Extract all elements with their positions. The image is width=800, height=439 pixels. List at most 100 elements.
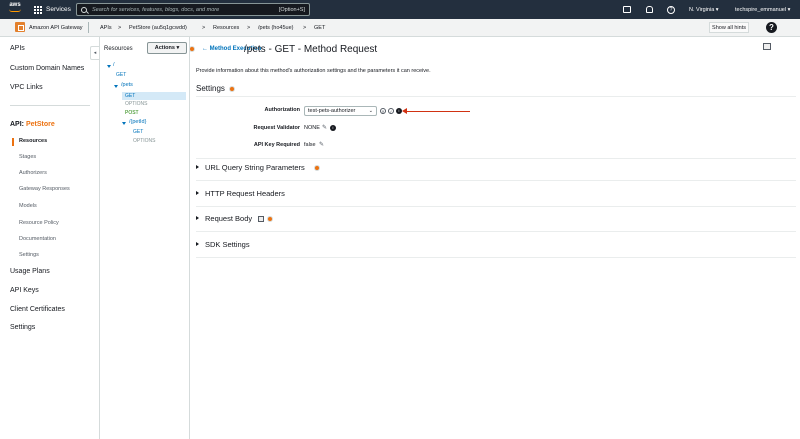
expand-icon[interactable] [122,122,126,125]
tree-method-petid-get[interactable]: GET [133,129,143,135]
sidebar-item-vpc-links[interactable]: VPC Links [10,84,43,91]
sidebar-item-api-settings[interactable]: Settings [19,252,39,258]
sidebar-item-custom-domain-names[interactable]: Custom Domain Names [10,65,84,72]
info-circle-icon[interactable]: i [330,125,336,131]
service-header: Amazon API Gateway APIs > PetStore (au5q… [0,19,800,37]
sidebar-item-gateway-responses[interactable]: Gateway Responses [19,186,70,192]
services-menu[interactable]: Services [34,0,71,19]
info-icon[interactable] [267,216,273,222]
sidebar-item-models[interactable]: Models [19,203,37,209]
chevron-down-icon: ▾ [174,45,180,51]
settings-label: Settings [196,84,225,93]
info-icon[interactable] [229,86,235,92]
tree-resource-petid[interactable]: /{petId} [129,119,146,125]
aws-logo-text: aws [9,2,21,8]
page-description: Provide information about this method's … [196,68,431,74]
grid-icon [34,5,42,14]
pencil-icon[interactable]: ✎ [319,141,324,148]
tree-method-pets-post[interactable]: POST [125,110,139,116]
expand-icon[interactable] [114,85,118,88]
region-selector[interactable]: N. Virginia ▾ [689,0,719,19]
tree-method-petid-options[interactable]: OPTIONS [133,138,156,144]
settings-heading: Settings [196,84,225,93]
breadcrumb-resources[interactable]: Resources [213,25,239,31]
tree-method-root-get[interactable]: GET [116,72,126,78]
book-icon[interactable] [258,216,264,222]
sidebar-divider [10,105,90,106]
section-label: SDK Settings [205,240,250,249]
section-request-body[interactable]: Request Body [196,214,796,226]
divider [196,231,796,232]
api-key-required-label: API Key Required [253,142,300,148]
api-gateway-icon [15,22,25,32]
section-sdk-settings[interactable]: SDK Settings [196,240,796,252]
tree-resource-root[interactable]: / [113,62,115,68]
section-url-query-string-parameters[interactable]: URL Query String Parameters [196,163,796,175]
help-circle-icon[interactable]: ? [766,22,777,33]
resource-tree-panel: Resources Actions ▾ / GET /pets GET OPTI… [100,37,195,439]
pencil-icon[interactable]: ✎ [322,124,327,131]
request-validator-value: NONE [304,125,320,131]
sidebar-item-resource-policy[interactable]: Resource Policy [19,220,59,226]
aws-logo[interactable]: aws [7,2,23,16]
breadcrumb-separator: > [202,25,206,31]
book-icon[interactable] [763,43,771,50]
section-label: Request Body [205,214,253,223]
collapse-sidebar-button[interactable]: ◂ [90,46,100,60]
red-arrow-annotation [402,107,470,115]
tree-method-pets-options[interactable]: OPTIONS [125,101,148,107]
divider [88,22,89,33]
expand-icon[interactable] [107,65,111,68]
section-http-request-headers[interactable]: HTTP Request Headers [196,189,796,201]
authorization-value: test-pets-authorizer [308,108,356,114]
cancel-icon[interactable]: ✕ [380,108,386,114]
api-prefix: API: [10,121,24,128]
sidebar-item-stages[interactable]: Stages [19,154,36,160]
sidebar-item-settings[interactable]: Settings [10,324,35,331]
breadcrumb-separator: > [118,25,122,31]
sidebar-api-title: API: PetStore [10,121,55,128]
show-all-hints-button[interactable]: Show all hints [709,22,749,33]
sidebar-item-documentation[interactable]: Documentation [19,236,56,242]
resources-header: Resources [104,46,133,52]
chevron-down-icon: ▾ [786,6,791,13]
api-name: PetStore [25,121,55,128]
actions-button[interactable]: Actions ▾ [147,42,187,54]
actions-label: Actions [154,45,175,51]
method-request-panel: ← Method Execution /pets - GET - Method … [190,37,800,439]
page-title: /pets - GET - Method Request [244,44,378,55]
breadcrumb-resource[interactable]: /pets (ho45ue) [258,25,293,31]
sidebar-item-apis[interactable]: APIs [10,45,25,52]
help-button[interactable]: ? [667,0,675,19]
search-icon [81,6,87,13]
sidebar-item-api-keys[interactable]: API Keys [10,287,39,294]
sidebar-item-resources[interactable]: Resources [11,138,47,146]
section-label: HTTP Request Headers [205,189,285,198]
breadcrumb-apis[interactable]: APIs [100,25,112,31]
account-menu[interactable]: techspire_emmanuel ▾ [735,0,790,19]
divider [196,257,796,258]
confirm-icon[interactable]: ✓ [388,108,394,114]
search-input[interactable]: Search for services, features, blogs, do… [76,3,310,16]
arrow-left-icon: ← [202,46,208,52]
caret-right-icon [196,191,199,195]
tree-resource-pets[interactable]: /pets [121,82,133,88]
api-key-required-value: false [304,142,316,148]
tree-method-pets-get[interactable]: GET [122,92,186,100]
sidebar-item-authorizers[interactable]: Authorizers [19,170,47,176]
sidebar-item-client-certificates[interactable]: Client Certificates [10,306,65,313]
top-navigation: aws Services Search for services, featur… [0,0,800,19]
caret-right-icon [196,216,199,220]
info-icon[interactable] [314,165,320,171]
caret-right-icon [196,242,199,246]
sidebar-item-usage-plans[interactable]: Usage Plans [10,268,50,275]
cloudshell-button[interactable] [623,0,631,19]
breadcrumb-separator: > [303,25,307,31]
service-name[interactable]: Amazon API Gateway [29,25,83,31]
authorization-select[interactable]: test-pets-authorizer ⌄ [304,106,377,116]
divider [196,180,796,181]
breadcrumb-api[interactable]: PetStore (au5q1gcwdd) [129,25,187,31]
breadcrumb-method: GET [314,25,326,31]
notifications-button[interactable] [646,0,653,19]
bell-icon [646,6,653,13]
